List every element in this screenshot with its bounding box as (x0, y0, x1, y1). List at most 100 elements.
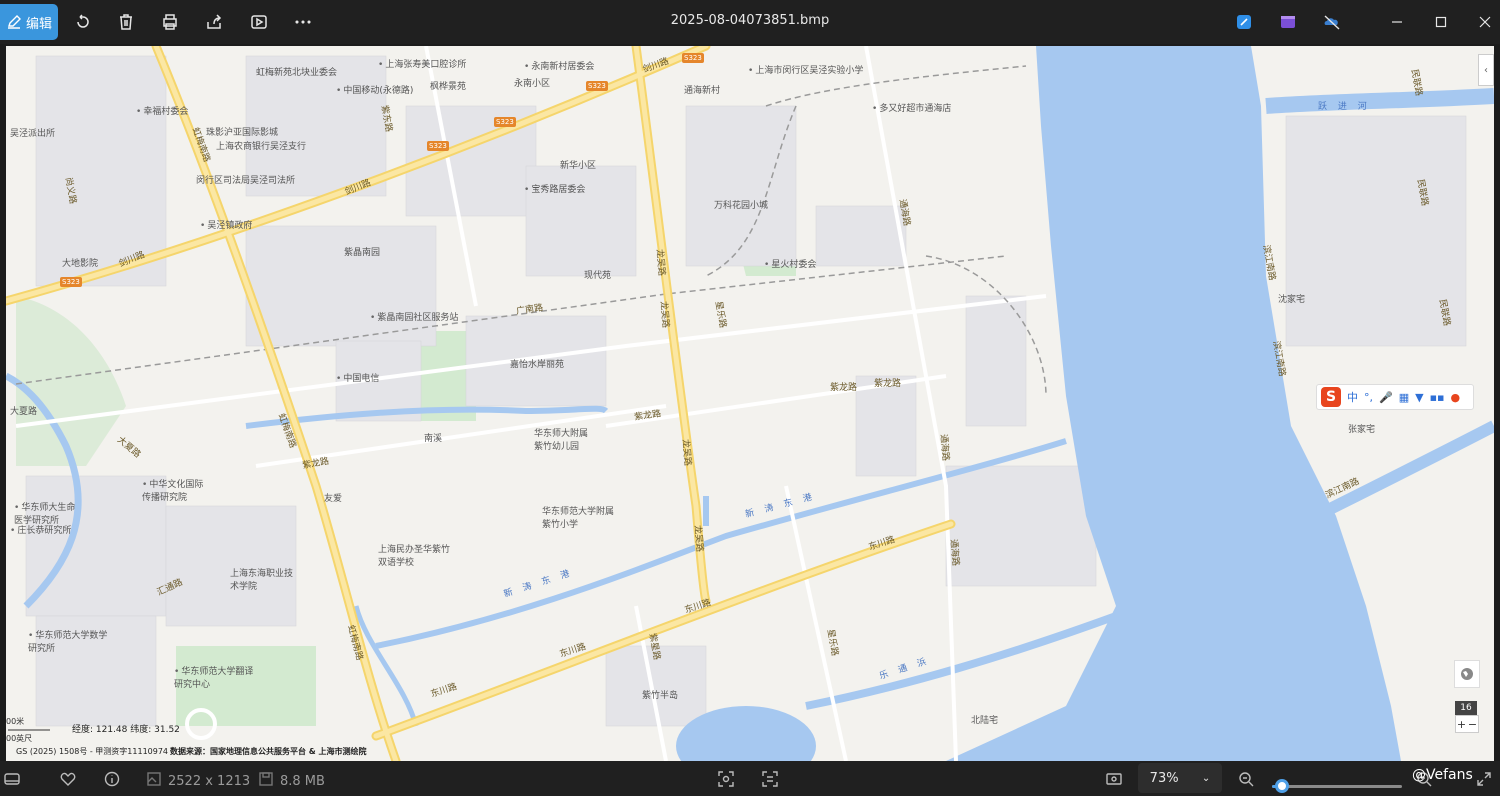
credits-source: 数据来源：国家地理信息公共服务平台 & 上海市测绘院 (170, 747, 367, 756)
more-icon[interactable] (291, 10, 315, 34)
place-label: 万科花园小城 (714, 201, 769, 211)
status-bar: 2522 x 1213 8.8 MB 73% ⌄ (0, 761, 1500, 796)
place-label: 枫桦景苑 (430, 82, 467, 92)
place-label: 闵行区司法局吴泾司法所 (196, 176, 296, 186)
place-label: 大夏路 (10, 407, 38, 417)
place-label: 上海农商银行吴泾支行 (216, 142, 307, 152)
map-panel-collapse-button[interactable]: ‹ (1478, 54, 1494, 86)
place-label: 吴泾镇政府 (200, 218, 252, 231)
place-label: 上海东海职业技术学院 (230, 569, 294, 592)
place-label: 华东师范大学翻译研究中心 (174, 664, 254, 690)
minimize-button[interactable] (1384, 10, 1410, 34)
onedrive-off-icon[interactable] (1320, 10, 1344, 34)
filmstrip-toggle[interactable] (4, 771, 20, 791)
skin-icon[interactable]: ▼ (1415, 391, 1423, 404)
close-button[interactable] (1472, 10, 1498, 34)
road-label: 龙吴路 (679, 438, 693, 467)
place-label: 现代苑 (584, 271, 612, 281)
grid-icon[interactable]: ▪▪ (1430, 391, 1445, 404)
zoom-out-button[interactable] (1238, 771, 1254, 791)
place-label: 永南小区 (514, 79, 551, 89)
microphone-icon[interactable]: 🎤 (1379, 391, 1393, 404)
road-label: 通海路 (947, 538, 961, 567)
map-image (6, 46, 1494, 761)
ime-toolbar[interactable]: S 中 °, 🎤 ▦ ▼ ▪▪ ● (1316, 384, 1474, 410)
chevron-down-icon: ⌄ (1201, 772, 1211, 784)
place-label: 珠影沪亚国际影城 (206, 128, 279, 138)
fit-to-window-button[interactable] (1106, 771, 1122, 791)
chevron-left-icon: ‹ (1484, 64, 1488, 76)
punctuation-icon[interactable]: °, (1364, 391, 1373, 404)
place-label: 上海市闵行区吴泾实验小学 (748, 63, 863, 76)
visual-search-button[interactable] (718, 771, 734, 791)
place-label: 华东师范大学附属紫竹小学 (542, 507, 615, 530)
info-icon (104, 771, 120, 791)
place-label: 南溪 (424, 434, 443, 444)
keyboard-icon[interactable]: ▦ (1399, 391, 1409, 404)
clipchamp-icon[interactable] (1276, 10, 1300, 34)
fit-window-icon (1106, 771, 1122, 791)
place-label: 永南新村居委会 (524, 59, 594, 72)
text-extract-button[interactable] (762, 771, 778, 791)
delete-icon[interactable] (114, 10, 138, 34)
place-label: 宝秀路居委会 (524, 182, 585, 195)
designer-icon[interactable] (1232, 10, 1256, 34)
filmstrip-icon (4, 771, 20, 791)
highway-shield: S323 (586, 81, 608, 91)
maximize-button[interactable] (1428, 10, 1454, 34)
image-size-icon (146, 771, 162, 791)
place-label: 虹梅新苑北块业委会 (256, 68, 338, 78)
globe-icon[interactable] (1454, 660, 1480, 688)
highway-shield: S323 (60, 277, 82, 287)
edit-button[interactable]: 编辑 (0, 4, 58, 40)
heart-icon (60, 771, 76, 791)
zoom-out-icon (1238, 771, 1254, 791)
road-label: 紫龙路 (874, 379, 902, 389)
place-label: 吴泾派出所 (10, 129, 56, 139)
ime-mode-label[interactable]: 中 (1347, 389, 1358, 405)
place-label: 紫晶南园 (344, 248, 381, 258)
road-label: 紫龙路 (830, 383, 858, 393)
visual-search-icon (718, 771, 734, 791)
share-icon[interactable] (202, 10, 226, 34)
zoom-slider-thumb[interactable] (1275, 779, 1290, 793)
fullscreen-button[interactable] (1476, 771, 1492, 791)
place-label: 嘉怡水岸丽苑 (510, 360, 565, 370)
place-label: 大地影院 (62, 259, 99, 269)
slideshow-icon[interactable] (247, 10, 271, 34)
place-label: 上海民办圣华紫竹双语学校 (378, 545, 451, 568)
place-label: 中国电信 (336, 371, 379, 384)
watermark: @Vefans (1412, 767, 1473, 783)
highway-shield: S323 (494, 117, 516, 127)
map-scale: 00米 00英尺 (6, 716, 32, 744)
zoom-out-icon[interactable]: − (1468, 718, 1477, 731)
info-button[interactable] (104, 771, 120, 791)
file-size: 8.8 MB (258, 771, 325, 791)
favorite-button[interactable] (60, 771, 76, 791)
road-label: 龙吴路 (657, 300, 671, 329)
road-label: 龙吴路 (691, 524, 705, 553)
map-zoom-level: 16 (1455, 701, 1477, 715)
place-label: 沈家宅 (1278, 295, 1306, 305)
zoom-dropdown[interactable]: 73% ⌄ (1138, 763, 1222, 793)
print-icon[interactable] (158, 10, 182, 34)
zoom-in-icon[interactable]: + (1457, 718, 1466, 731)
place-label: 星火村委会 (764, 257, 816, 270)
fullscreen-icon (1476, 771, 1492, 791)
file-size-text: 8.8 MB (280, 773, 325, 789)
place-label: 中国移动(永德路) (336, 83, 413, 96)
map-coordinates: 经度: 121.48 纬度: 31.52 (72, 725, 180, 735)
place-label: 华东师大附属紫竹幼儿园 (534, 429, 589, 452)
place-label: 紫晶南园社区服务站 (370, 310, 458, 323)
image-viewport[interactable]: 上海张寿美口腔诊所 永南新村居委会 上海市闵行区吴泾实验小学 虹梅新苑北块业委会… (6, 46, 1494, 761)
water-label: 跃 进 河 (1318, 102, 1371, 112)
rotate-icon[interactable] (71, 10, 95, 34)
map-zoom-control[interactable]: + − (1455, 715, 1479, 733)
road-label: 通海路 (937, 433, 951, 462)
place-label: 华东师范大学数学研究所 (28, 628, 108, 654)
toolbox-icon[interactable]: ● (1451, 391, 1461, 404)
zoom-percentage: 73% (1149, 770, 1179, 786)
edit-button-label: 编辑 (25, 16, 52, 32)
zoom-slider[interactable] (1272, 785, 1402, 788)
road-label: 龙吴路 (653, 248, 667, 277)
